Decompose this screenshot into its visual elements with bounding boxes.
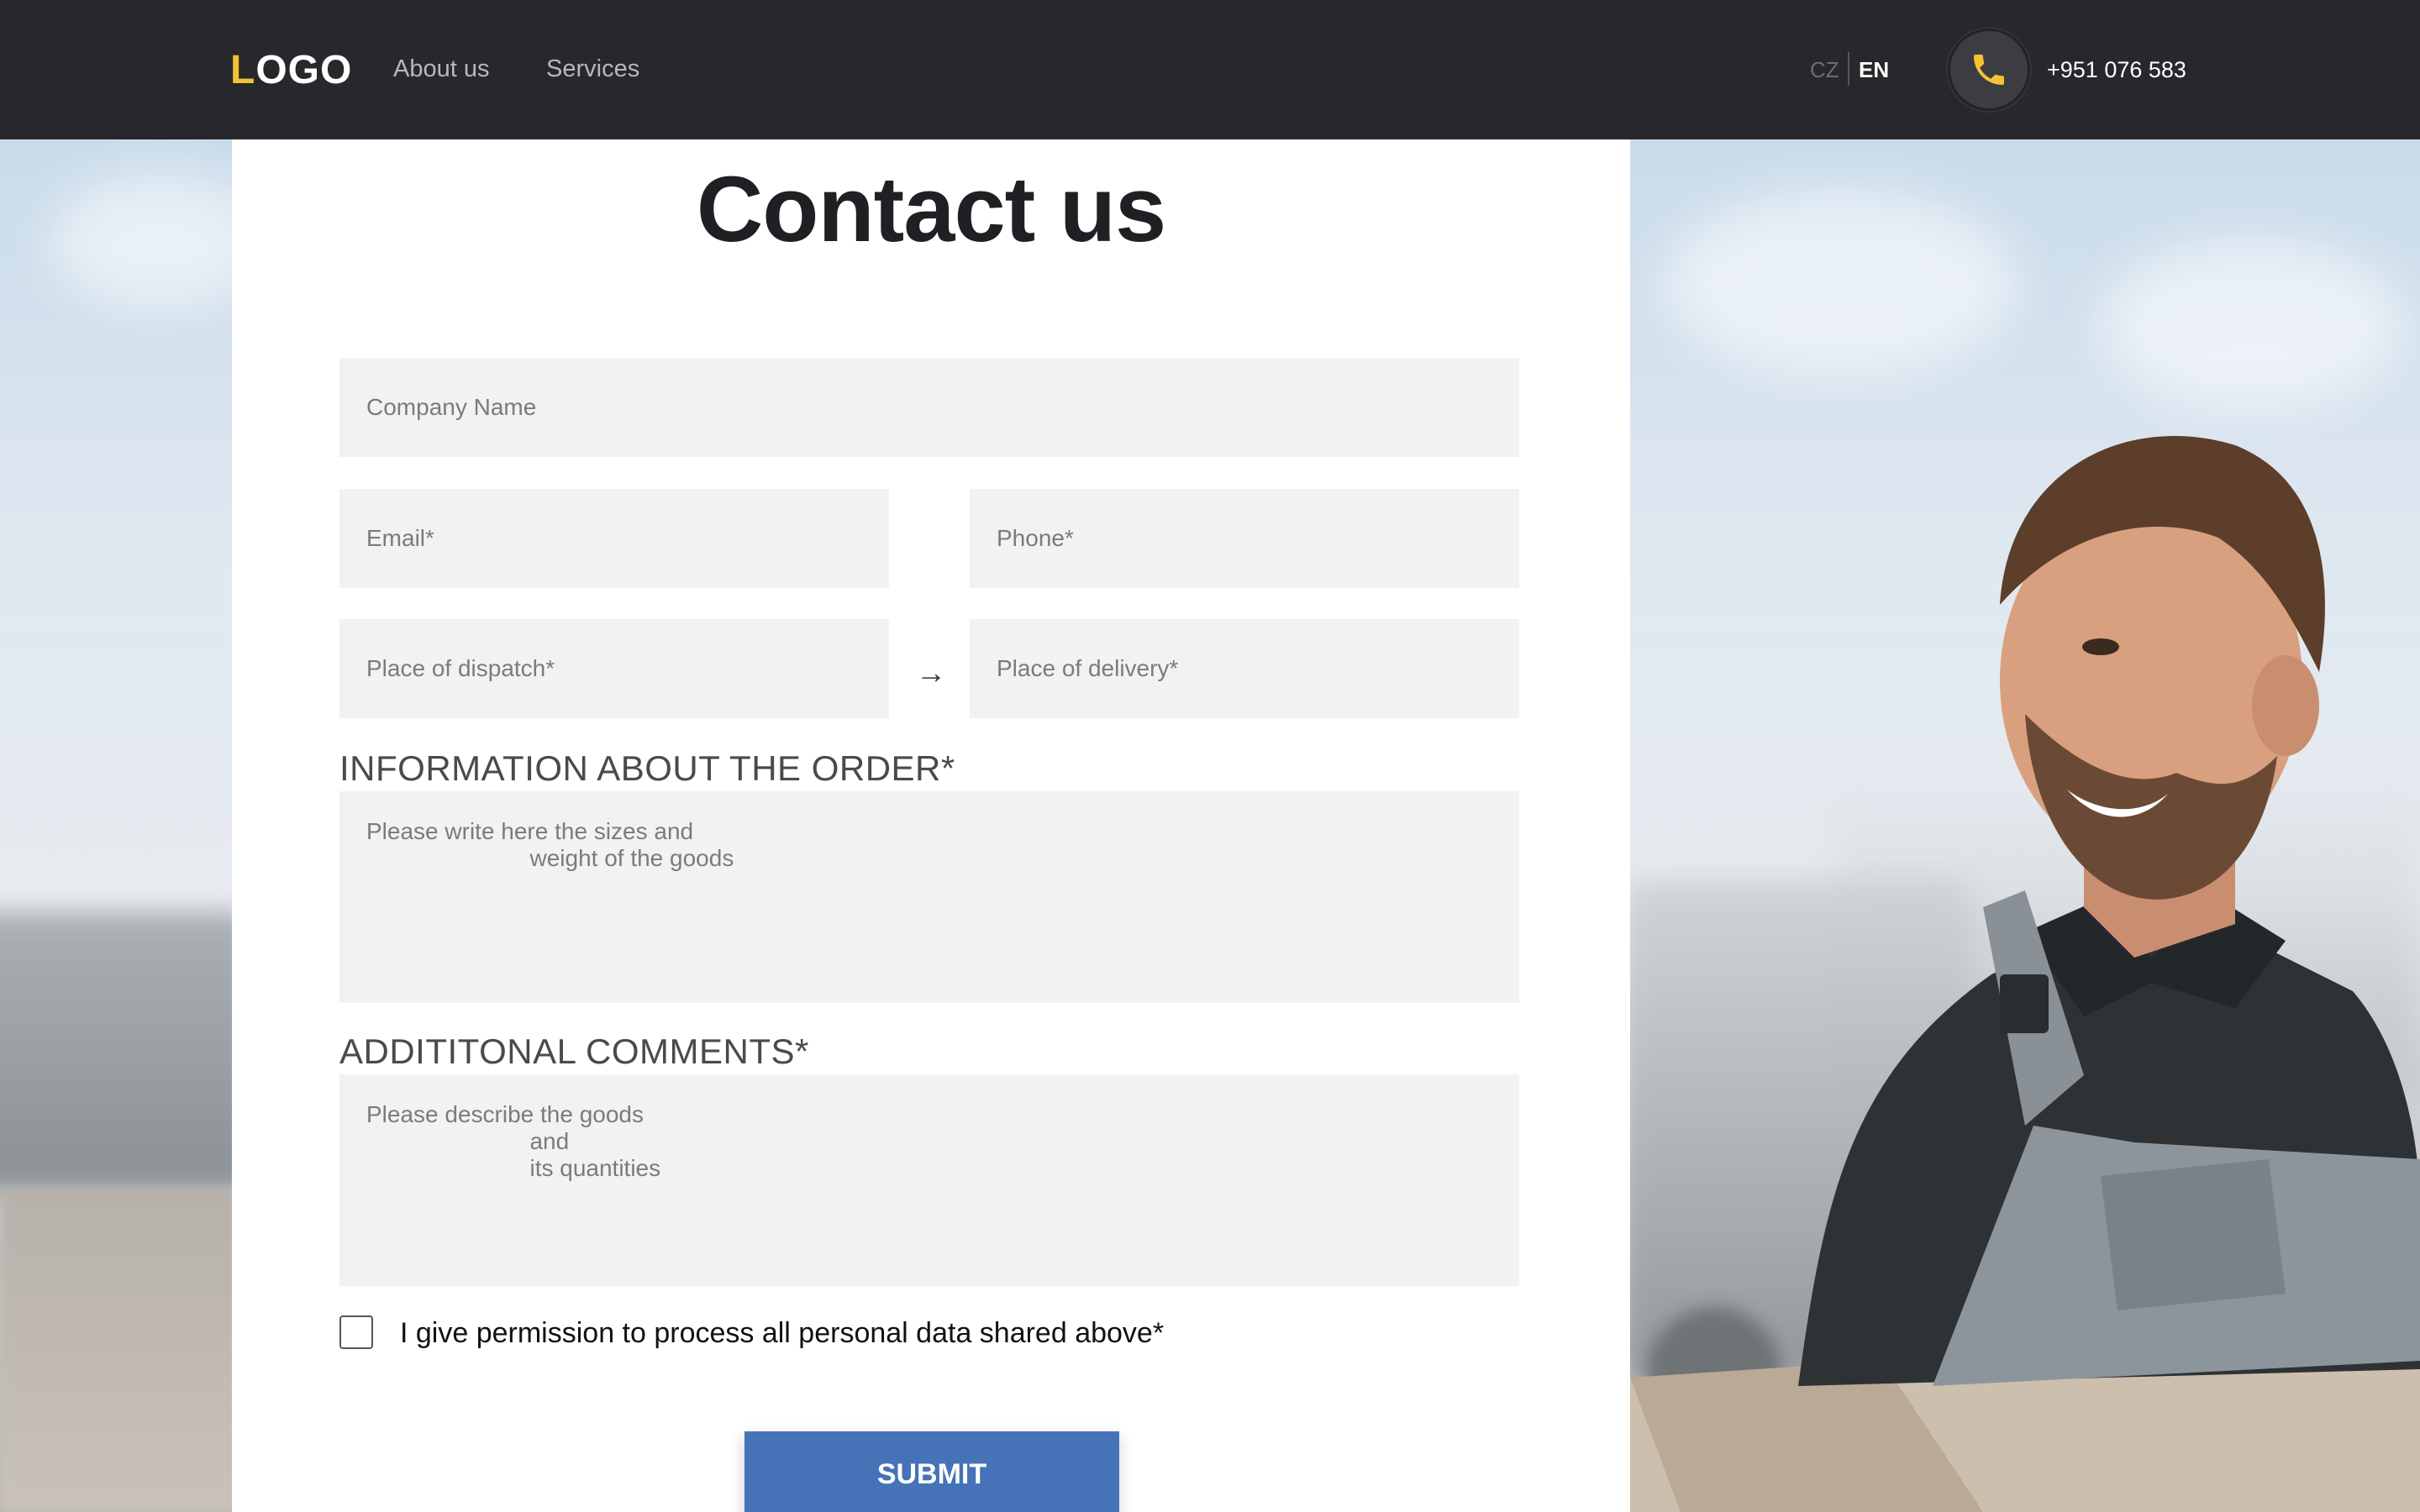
order-info-textarea[interactable] <box>339 791 1519 1003</box>
consent-checkbox[interactable] <box>339 1315 373 1349</box>
page-title: Contact us <box>696 158 1166 261</box>
phone-input[interactable] <box>970 489 1519 588</box>
site-header: LOGO About us Services CZ EN +951 076 58… <box>0 0 2420 139</box>
worker-photo <box>1630 435 2420 1512</box>
logo-accent-letter: L <box>230 48 256 92</box>
logo[interactable]: LOGO <box>230 45 352 96</box>
phone-icon <box>1974 55 2004 85</box>
phone-number[interactable]: +951 076 583 <box>2047 55 2186 84</box>
logo-text: OGO <box>255 48 353 92</box>
email-input[interactable] <box>339 489 889 588</box>
consent-label[interactable]: I give permission to process all persona… <box>400 1315 1164 1351</box>
arrow-right-icon: → <box>916 655 946 690</box>
company-name-input[interactable] <box>339 358 1519 457</box>
order-info-label: INFORMATION ABOUT THE ORDER* <box>339 748 955 788</box>
dispatch-input[interactable] <box>339 619 889 718</box>
lang-en[interactable]: EN <box>1859 55 1889 84</box>
truck-left <box>0 912 252 1189</box>
lang-cz[interactable]: CZ <box>1810 55 1839 84</box>
nav-about-us[interactable]: About us <box>393 54 489 84</box>
lang-divider <box>1848 52 1849 86</box>
nav-services[interactable]: Services <box>546 54 639 84</box>
comments-textarea[interactable] <box>339 1074 1519 1286</box>
comments-label: ADDITITONAL COMMENTS* <box>339 1032 809 1071</box>
contact-form-panel: Contact us → INFORMATION ABOUT THE ORDER… <box>232 139 1630 1512</box>
delivery-input[interactable] <box>970 619 1519 718</box>
call-button[interactable] <box>1948 29 2030 111</box>
submit-button[interactable]: SUBMIT <box>744 1431 1119 1512</box>
